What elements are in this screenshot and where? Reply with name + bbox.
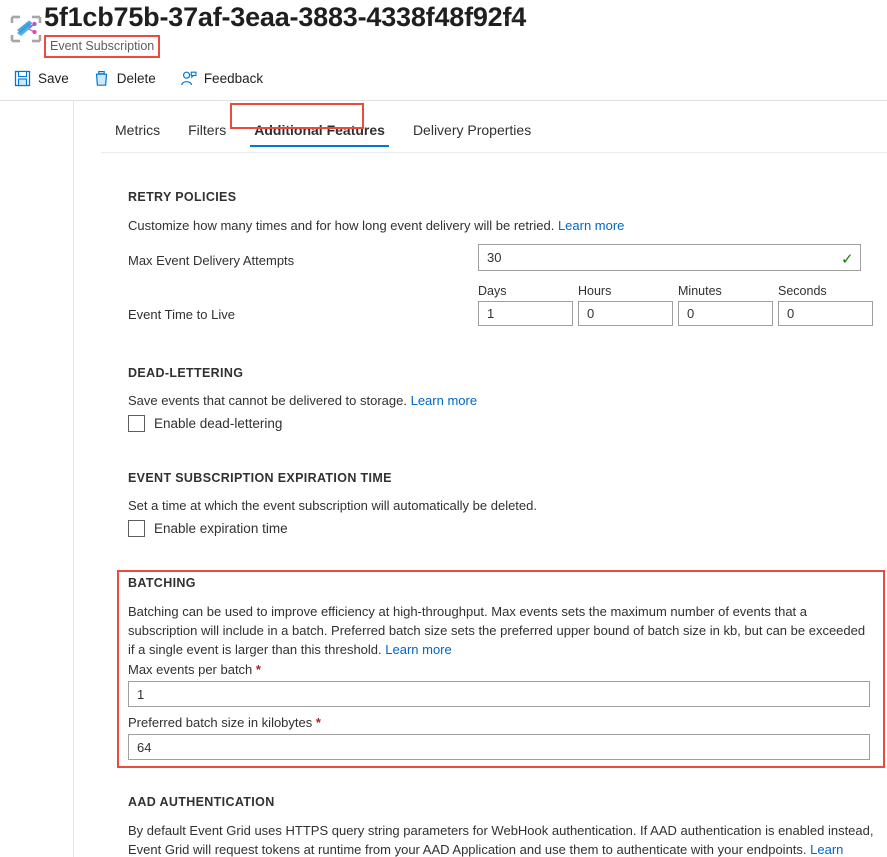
page-title: 5f1cb75b-37af-3eaa-3883-4338f48f92f4 xyxy=(44,2,527,32)
tab-bar-divider xyxy=(101,152,887,153)
batching-description: Batching can be used to improve efficien… xyxy=(128,602,873,659)
left-rail xyxy=(0,101,74,857)
enable-expiration-time-checkbox-row[interactable]: Enable expiration time xyxy=(128,520,288,537)
dead-lettering-description-text: Save events that cannot be delivered to … xyxy=(128,393,407,408)
max-events-per-batch-label: Max events per batch * xyxy=(128,662,261,677)
feedback-label: Feedback xyxy=(203,71,264,86)
batching-learn-more-link[interactable]: Learn more xyxy=(385,642,451,657)
aad-authentication-heading: AAD AUTHENTICATION xyxy=(128,795,275,809)
delete-label: Delete xyxy=(116,71,156,86)
azure-portal-blade: 5f1cb75b-37af-3eaa-3883-4338f48f92f4 Eve… xyxy=(0,0,887,857)
max-events-required-marker: * xyxy=(255,662,261,677)
enable-dead-lettering-checkbox-row[interactable]: Enable dead-lettering xyxy=(128,415,282,432)
max-events-per-batch-label-text: Max events per batch xyxy=(128,662,253,677)
blade-content: Metrics Filters Additional Features Deli… xyxy=(75,101,887,857)
save-icon xyxy=(14,70,31,87)
tab-metrics[interactable]: Metrics xyxy=(101,118,174,147)
ttl-minutes-input[interactable] xyxy=(678,301,773,326)
ttl-days-input[interactable] xyxy=(478,301,573,326)
max-event-delivery-attempts-label: Max Event Delivery Attempts xyxy=(128,253,295,268)
ttl-seconds-header: Seconds xyxy=(778,284,827,298)
feedback-button[interactable]: Feedback xyxy=(178,68,265,89)
ttl-days-header: Days xyxy=(478,284,507,298)
batching-description-text: Batching can be used to improve efficien… xyxy=(128,604,866,657)
aad-authentication-description: By default Event Grid uses HTTPS query s… xyxy=(128,821,876,857)
dead-lettering-heading: DEAD-LETTERING xyxy=(128,366,244,380)
dead-lettering-description: Save events that cannot be delivered to … xyxy=(128,391,848,410)
event-subscription-icon xyxy=(9,14,43,44)
retry-policies-heading: RETRY POLICIES xyxy=(128,190,237,204)
tab-delivery-properties-label: Delivery Properties xyxy=(412,122,532,138)
blade-header: 5f1cb75b-37af-3eaa-3883-4338f48f92f4 Eve… xyxy=(0,0,887,101)
ttl-hours-header: Hours xyxy=(578,284,612,298)
trash-icon xyxy=(93,70,110,87)
preferred-batch-size-required-marker: * xyxy=(315,715,321,730)
enable-dead-lettering-label: Enable dead-lettering xyxy=(154,416,283,431)
retry-policies-description: Customize how many times and for how lon… xyxy=(128,216,848,235)
expiration-heading: EVENT SUBSCRIPTION EXPIRATION TIME xyxy=(128,471,392,485)
tab-delivery-properties[interactable]: Delivery Properties xyxy=(399,118,545,147)
ttl-minutes-header: Minutes xyxy=(678,284,722,298)
enable-expiration-time-label: Enable expiration time xyxy=(154,521,288,536)
more-options-button[interactable]: ··· xyxy=(500,8,528,36)
preferred-batch-size-label-text: Preferred batch size in kilobytes xyxy=(128,715,313,730)
preferred-batch-size-input[interactable] xyxy=(128,734,870,760)
preferred-batch-size-label: Preferred batch size in kilobytes * xyxy=(128,715,321,730)
ttl-hours-input[interactable] xyxy=(578,301,673,326)
retry-policies-learn-more-link[interactable]: Learn more xyxy=(558,218,624,233)
retry-policies-description-text: Customize how many times and for how lon… xyxy=(128,218,555,233)
batching-heading: BATCHING xyxy=(128,576,196,590)
tab-additional-features-label: Additional Features xyxy=(254,122,385,138)
dead-lettering-learn-more-link[interactable]: Learn more xyxy=(411,393,477,408)
expiration-description: Set a time at which the event subscripti… xyxy=(128,498,537,513)
max-event-delivery-attempts-input[interactable] xyxy=(478,244,861,271)
delete-button[interactable]: Delete xyxy=(91,68,158,89)
event-time-to-live-label: Event Time to Live xyxy=(128,307,235,322)
command-toolbar: Save Delete Feedback xyxy=(12,68,265,89)
tab-filters[interactable]: Filters xyxy=(174,118,240,147)
tab-bar: Metrics Filters Additional Features Deli… xyxy=(101,118,545,147)
save-label: Save xyxy=(38,71,69,86)
enable-dead-lettering-checkbox[interactable] xyxy=(128,415,145,432)
subtitle-annotation-box: Event Subscription xyxy=(44,35,161,58)
save-button[interactable]: Save xyxy=(12,68,71,89)
tab-additional-features[interactable]: Additional Features xyxy=(240,118,399,147)
resource-type-subtitle: Event Subscription xyxy=(50,39,155,53)
ttl-seconds-input[interactable] xyxy=(778,301,873,326)
feedback-person-icon xyxy=(180,70,197,87)
enable-expiration-time-checkbox[interactable] xyxy=(128,520,145,537)
max-events-per-batch-input[interactable] xyxy=(128,681,870,707)
tab-metrics-label: Metrics xyxy=(115,122,161,138)
aad-authentication-description-text: By default Event Grid uses HTTPS query s… xyxy=(128,823,874,857)
tab-filters-label: Filters xyxy=(188,122,227,138)
